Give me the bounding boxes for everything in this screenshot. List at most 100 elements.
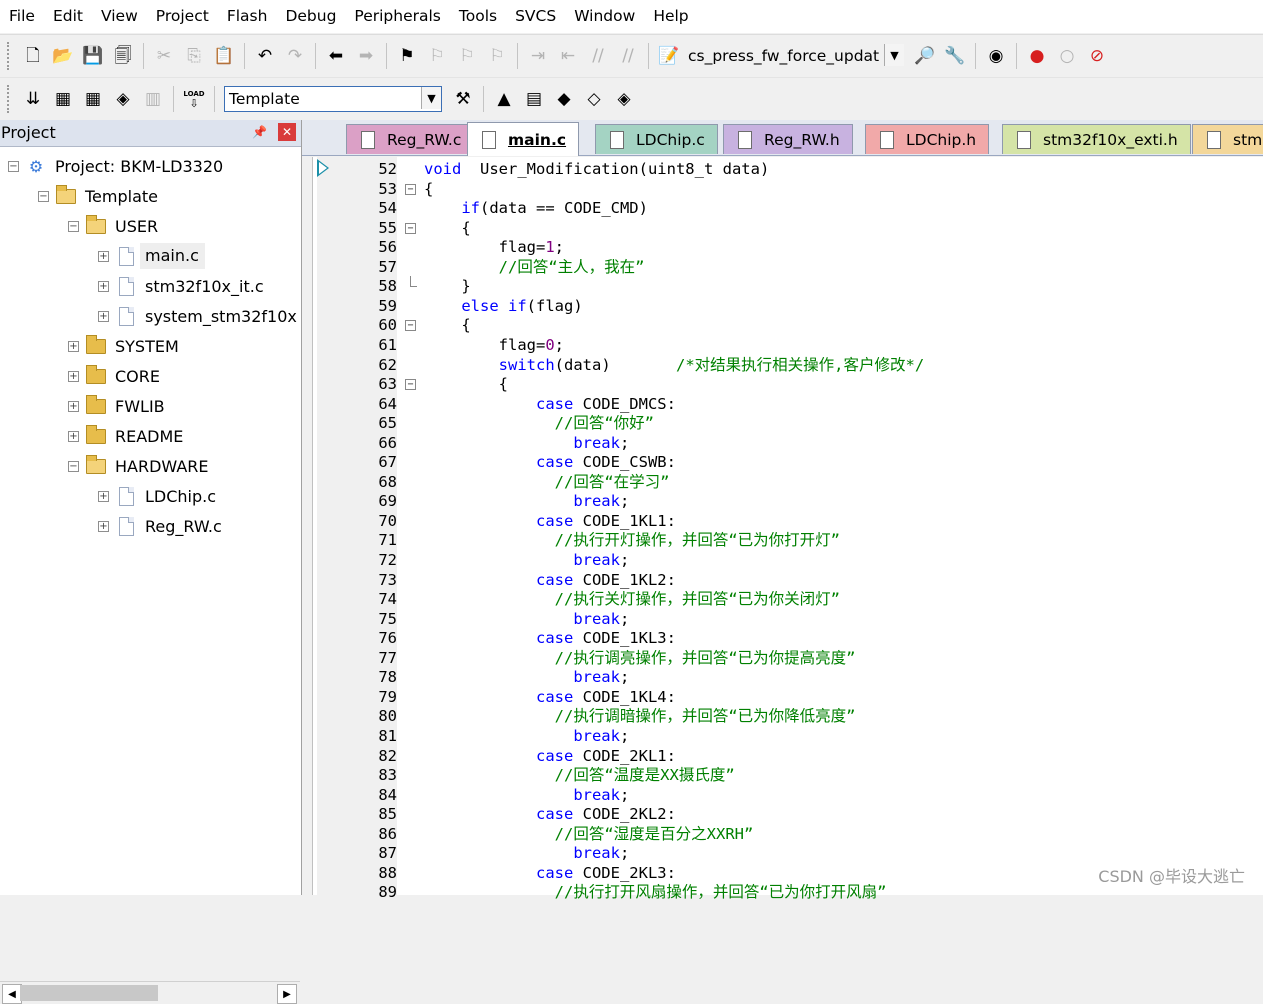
menu-file[interactable]: File (0, 0, 44, 33)
expand-icon[interactable]: + (68, 430, 79, 442)
new-file-icon[interactable]: 🗋 (21, 44, 45, 68)
tree-item[interactable]: − USER (68, 212, 158, 240)
tree-item[interactable]: + main.c (98, 242, 205, 270)
select-packs-icon[interactable]: ◈ (612, 87, 636, 111)
stop-build-icon[interactable]: ▥ (141, 87, 165, 111)
tree-item[interactable]: + CORE (68, 362, 160, 390)
insert-breakpoint-icon[interactable]: ● (1025, 44, 1049, 68)
tree-item[interactable]: + LDChip.c (98, 482, 216, 510)
save-all-icon[interactable]: 🗐 (111, 44, 135, 68)
menu-peripherals[interactable]: Peripherals (345, 0, 449, 33)
open-folder-icon[interactable]: 📂 (51, 44, 75, 68)
menu-svcs[interactable]: SVCS (506, 0, 565, 33)
code-editor[interactable]: 52 void User_Modification(uint8_t data) 53… (312, 157, 1263, 901)
tree-item[interactable]: − ⚙ Project: BKM-LD3320 (8, 152, 223, 180)
menu-project[interactable]: Project (147, 0, 218, 33)
unindent-icon[interactable]: ⇤ (556, 44, 580, 68)
expand-icon[interactable]: + (68, 400, 79, 412)
expand-icon[interactable]: + (68, 370, 79, 382)
tree-item[interactable]: + SYSTEM (68, 332, 179, 360)
close-icon[interactable]: ✕ (278, 123, 296, 141)
tab-ldchip-c[interactable]: LDChip.c (595, 124, 718, 154)
expand-icon[interactable]: + (68, 340, 79, 352)
uncomment-icon[interactable]: // (616, 44, 640, 68)
tree-item[interactable]: + FWLIB (68, 392, 165, 420)
menu-flash[interactable]: Flash (218, 0, 277, 33)
toolbar-grip[interactable] (7, 42, 13, 70)
file-extensions-icon[interactable]: ▤ (522, 87, 546, 111)
menu-view[interactable]: View (92, 0, 147, 33)
batch-build-icon[interactable]: ◈ (111, 87, 135, 111)
enable-breakpoint-icon[interactable]: ○ (1055, 44, 1079, 68)
pin-icon[interactable]: 📌 (252, 125, 267, 139)
translate-icon[interactable]: ⇊ (21, 87, 45, 111)
find-combo[interactable]: cs_press_fw_force_updat ▼ (684, 44, 904, 68)
target-options-icon[interactable]: ⚒ (451, 87, 475, 111)
collapse-icon[interactable]: − (8, 160, 19, 172)
scroll-right-icon[interactable]: ▶ (277, 984, 297, 1004)
menu-debug[interactable]: Debug (276, 0, 345, 33)
tab-reg-rw-h[interactable]: Reg_RW.h (723, 124, 853, 154)
bookmark-prev-icon[interactable]: ⚐ (425, 44, 449, 68)
navigate-forward-icon[interactable]: ➡ (354, 44, 378, 68)
tree-item[interactable]: + README (68, 422, 183, 450)
tree-item[interactable]: − Template (38, 182, 158, 210)
run-time-environment-icon[interactable]: ◆ (552, 87, 576, 111)
collapse-icon[interactable]: − (38, 190, 49, 202)
save-icon[interactable]: 💾 (81, 44, 105, 68)
tab-main-c[interactable]: main.c (467, 122, 580, 156)
menu-edit[interactable]: Edit (44, 0, 92, 33)
collapse-icon[interactable]: − (68, 460, 79, 472)
fold-toggle-icon[interactable]: − (405, 379, 416, 391)
download-icon[interactable]: LOAD ⇩ (182, 87, 206, 111)
tab-stm[interactable]: stm (1192, 124, 1263, 154)
tab-stm32f10x-exti-h[interactable]: stm32f10x_exti.h (1002, 124, 1191, 154)
fold-toggle-icon[interactable]: − (405, 222, 416, 234)
expand-icon[interactable]: + (98, 250, 109, 262)
tab-ldchip-h[interactable]: LDChip.h (865, 124, 990, 154)
tree-item[interactable]: + Reg_RW.c (98, 512, 222, 540)
bookmark-next-icon[interactable]: ⚐ (455, 44, 479, 68)
fold-toggle-icon[interactable]: − (405, 183, 416, 195)
indent-icon[interactable]: ⇥ (526, 44, 550, 68)
pack-installer-icon[interactable]: ◇ (582, 87, 606, 111)
chevron-down-icon[interactable]: ▼ (421, 87, 441, 109)
tree-item[interactable]: + stm32f10x_it.c (98, 272, 264, 300)
expand-icon[interactable]: + (98, 310, 109, 322)
debug-session-icon[interactable]: ◉ (984, 44, 1008, 68)
menu-tools[interactable]: Tools (450, 0, 506, 33)
target-select[interactable]: Template ▼ (224, 86, 442, 112)
expand-icon[interactable]: + (98, 520, 109, 532)
expand-icon[interactable]: + (98, 280, 109, 292)
navigate-back-icon[interactable]: ⬅ (324, 44, 348, 68)
kill-breakpoints-icon[interactable]: ⊘ (1085, 44, 1109, 68)
bookmark-clear-icon[interactable]: ⚐ (485, 44, 509, 68)
cut-icon[interactable]: ✂ (152, 44, 176, 68)
undo-icon[interactable]: ↶ (253, 44, 277, 68)
comment-icon[interactable]: // (586, 44, 610, 68)
fold-toggle-icon[interactable]: − (405, 320, 416, 332)
menu-window[interactable]: Window (565, 0, 644, 33)
chevron-down-icon[interactable]: ▼ (884, 44, 904, 66)
tab-reg-rw-c[interactable]: Reg_RW.c (346, 124, 475, 154)
menu-help[interactable]: Help (644, 0, 697, 33)
tree-item[interactable]: − HARDWARE (68, 452, 209, 480)
configure-icon[interactable]: 🔧 (943, 44, 967, 68)
bookmark-insert-icon[interactable]: ⚑ (395, 44, 419, 68)
expand-icon[interactable]: + (98, 490, 109, 502)
manage-components-icon[interactable]: ▲ (492, 87, 516, 111)
collapse-icon[interactable]: − (68, 220, 79, 232)
tree-item[interactable]: + system_stm32f10x (98, 302, 297, 330)
find-icon[interactable]: 📝 (657, 44, 681, 68)
rebuild-icon[interactable]: ▦ (81, 87, 105, 111)
copy-icon[interactable]: ⎘ (182, 44, 206, 68)
build-icon[interactable]: ▦ (51, 87, 75, 111)
horizontal-scrollbar[interactable]: ◀ ▶ (0, 981, 300, 1004)
find-in-files-icon[interactable]: 🔎 (913, 44, 937, 68)
toolbar-grip[interactable] (7, 85, 13, 113)
scroll-left-icon[interactable]: ◀ (2, 984, 22, 1004)
paste-icon[interactable]: 📋 (212, 44, 236, 68)
scrollbar-thumb[interactable] (20, 985, 158, 1001)
redo-icon[interactable]: ↷ (283, 44, 307, 68)
